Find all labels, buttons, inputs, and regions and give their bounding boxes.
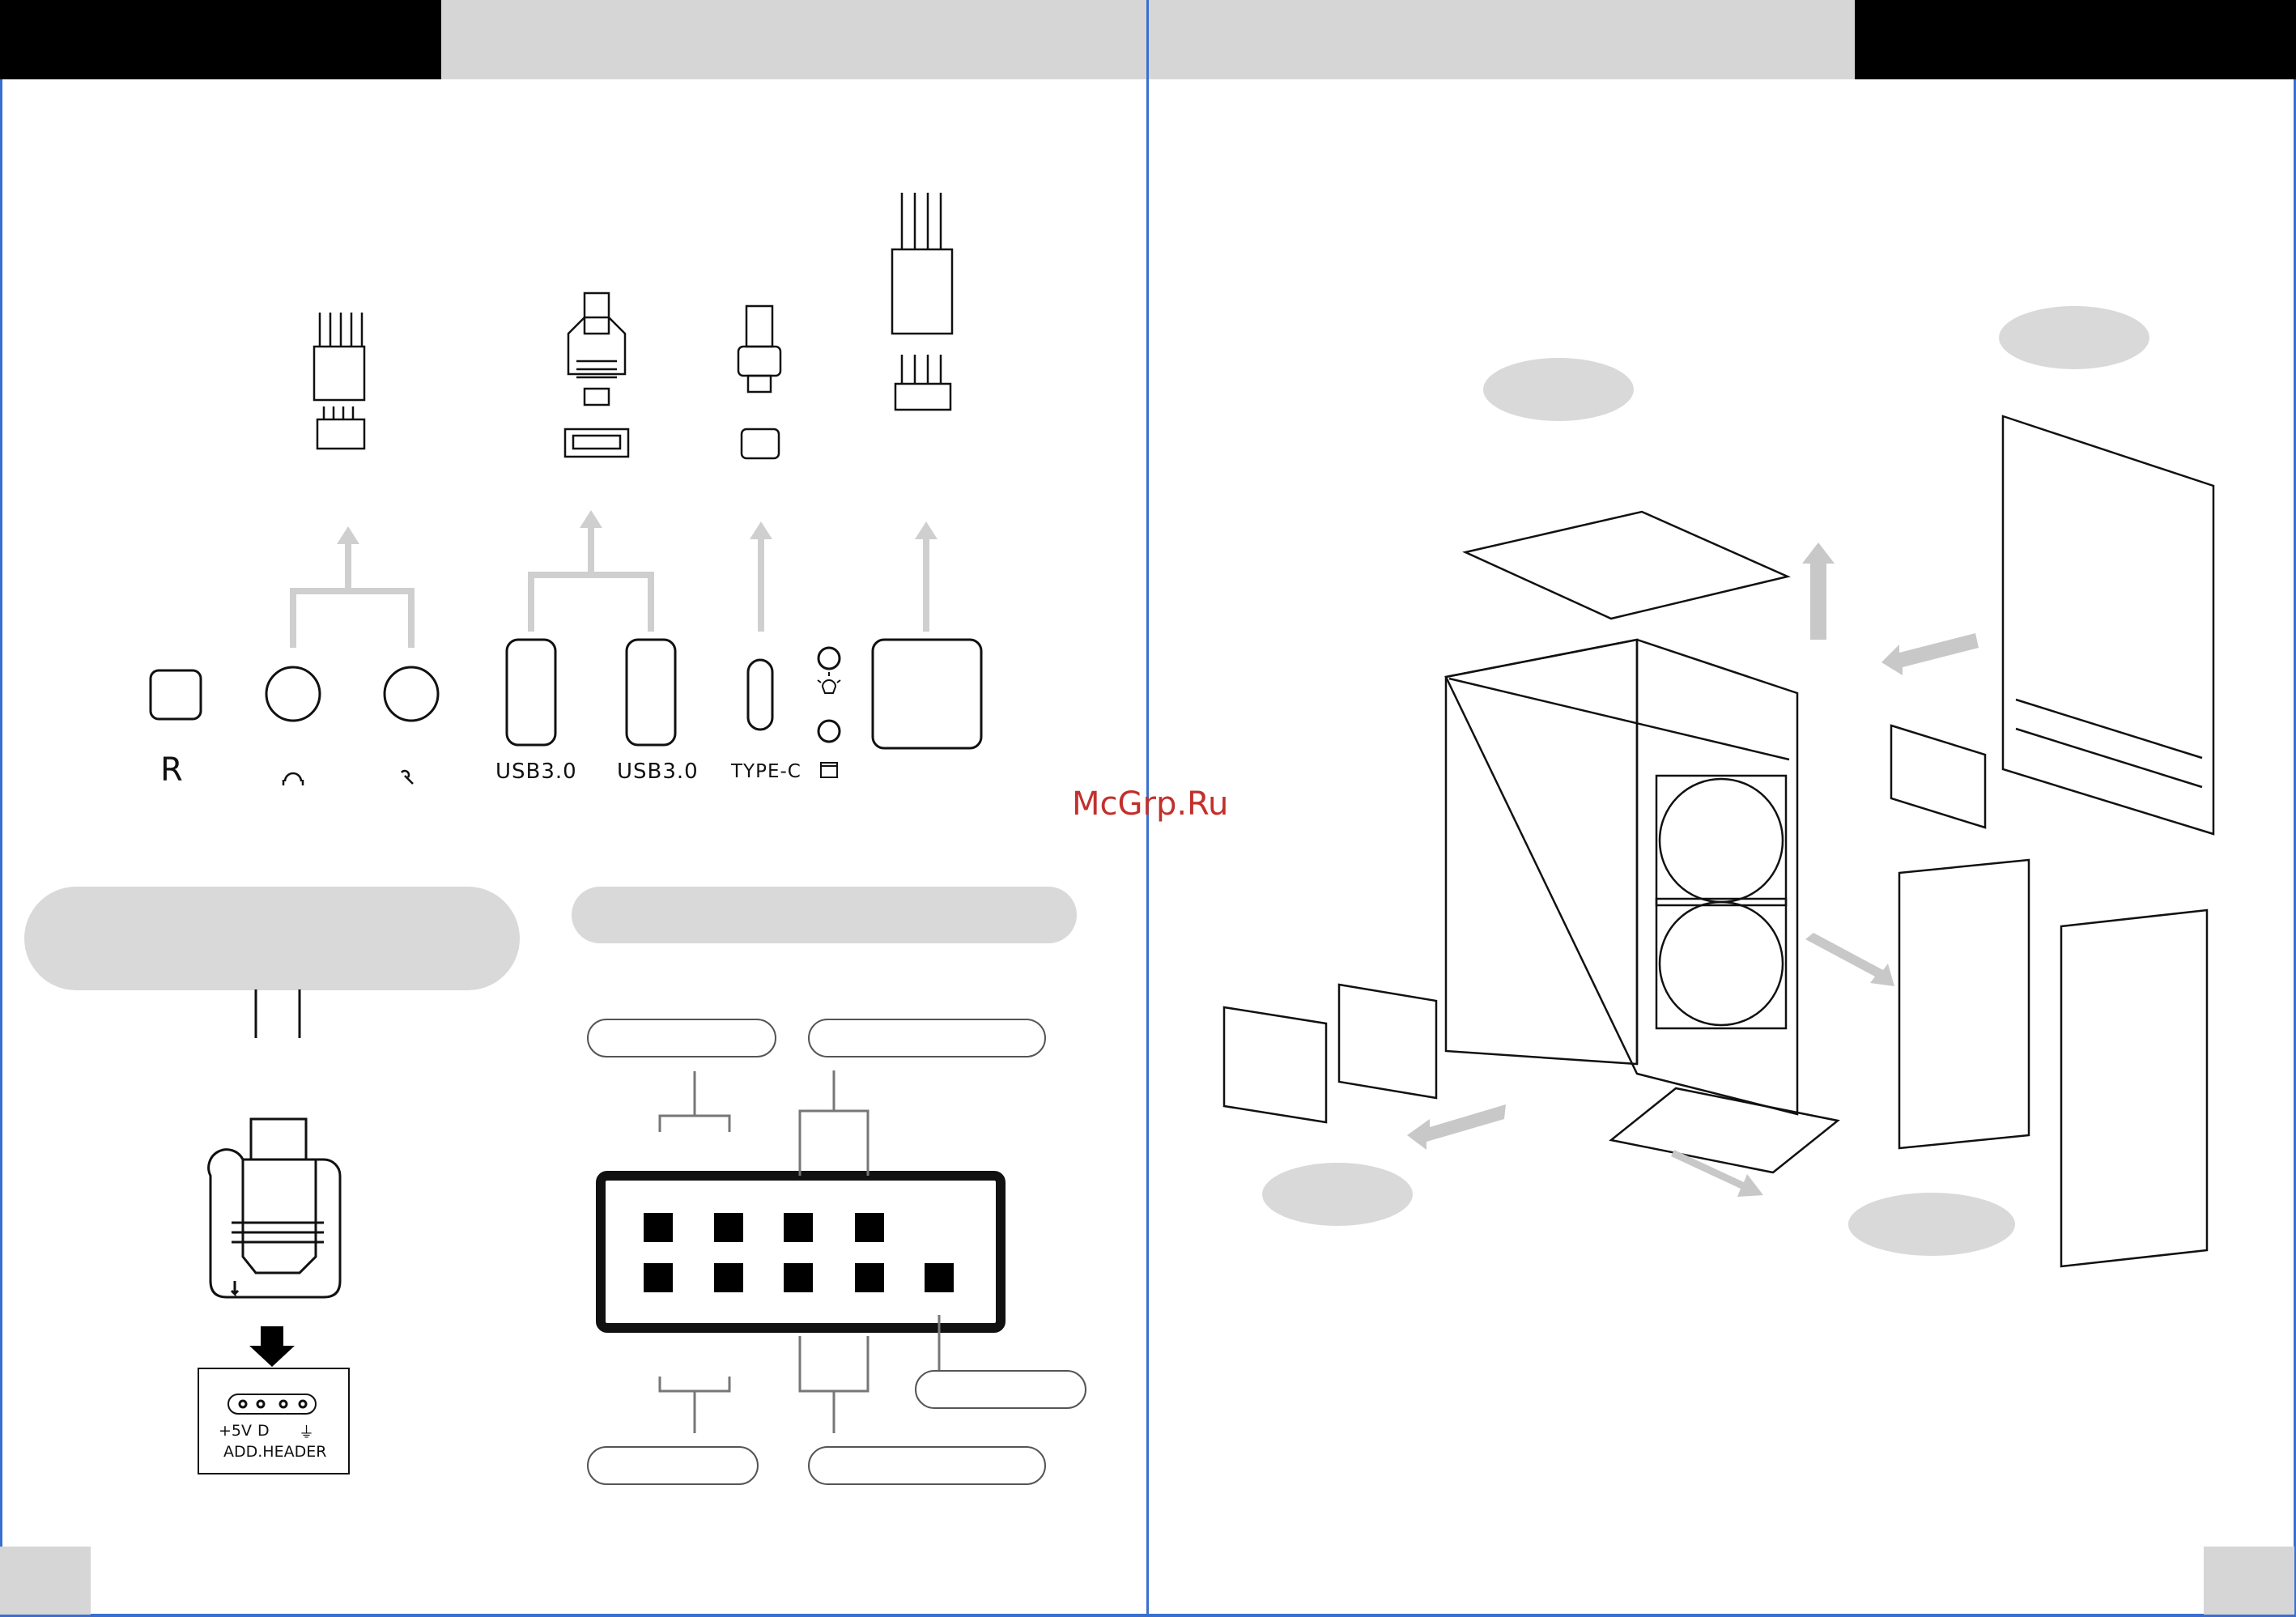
line-art <box>149 193 2215 1474</box>
hdd-icon <box>820 762 838 778</box>
power-button-shape <box>871 638 983 750</box>
fpanel-pins <box>644 1213 954 1292</box>
power-connector <box>891 193 954 411</box>
arrow-left <box>1881 633 1979 675</box>
arrow-up <box>1802 543 1835 640</box>
typec-port-shape <box>746 658 774 731</box>
headphone-icon <box>282 772 304 785</box>
hdd-circle <box>817 719 841 743</box>
reset-button-shape <box>149 669 202 721</box>
mic-jack-shape <box>383 666 440 722</box>
microphone-icon <box>401 769 414 785</box>
typec-connector <box>737 304 782 460</box>
fpanel-header-outline <box>596 1171 1006 1333</box>
headphone-jack-shape <box>265 666 321 722</box>
usb1-port-shape <box>505 638 557 747</box>
arrow-down-left <box>1407 1104 1506 1150</box>
audio-connector <box>313 313 366 450</box>
arrow-down-right <box>1671 1150 1763 1197</box>
case-illustration <box>1222 415 2215 1268</box>
argb-connector <box>198 989 350 1474</box>
argb-down-arrow <box>249 1326 295 1367</box>
usb3-connector <box>563 291 630 458</box>
led-circle <box>817 646 841 670</box>
led-icon <box>817 672 841 694</box>
usb2-port-shape <box>625 638 677 747</box>
arrow-right <box>1805 933 1894 986</box>
pin-leader-lines <box>658 1070 941 1433</box>
